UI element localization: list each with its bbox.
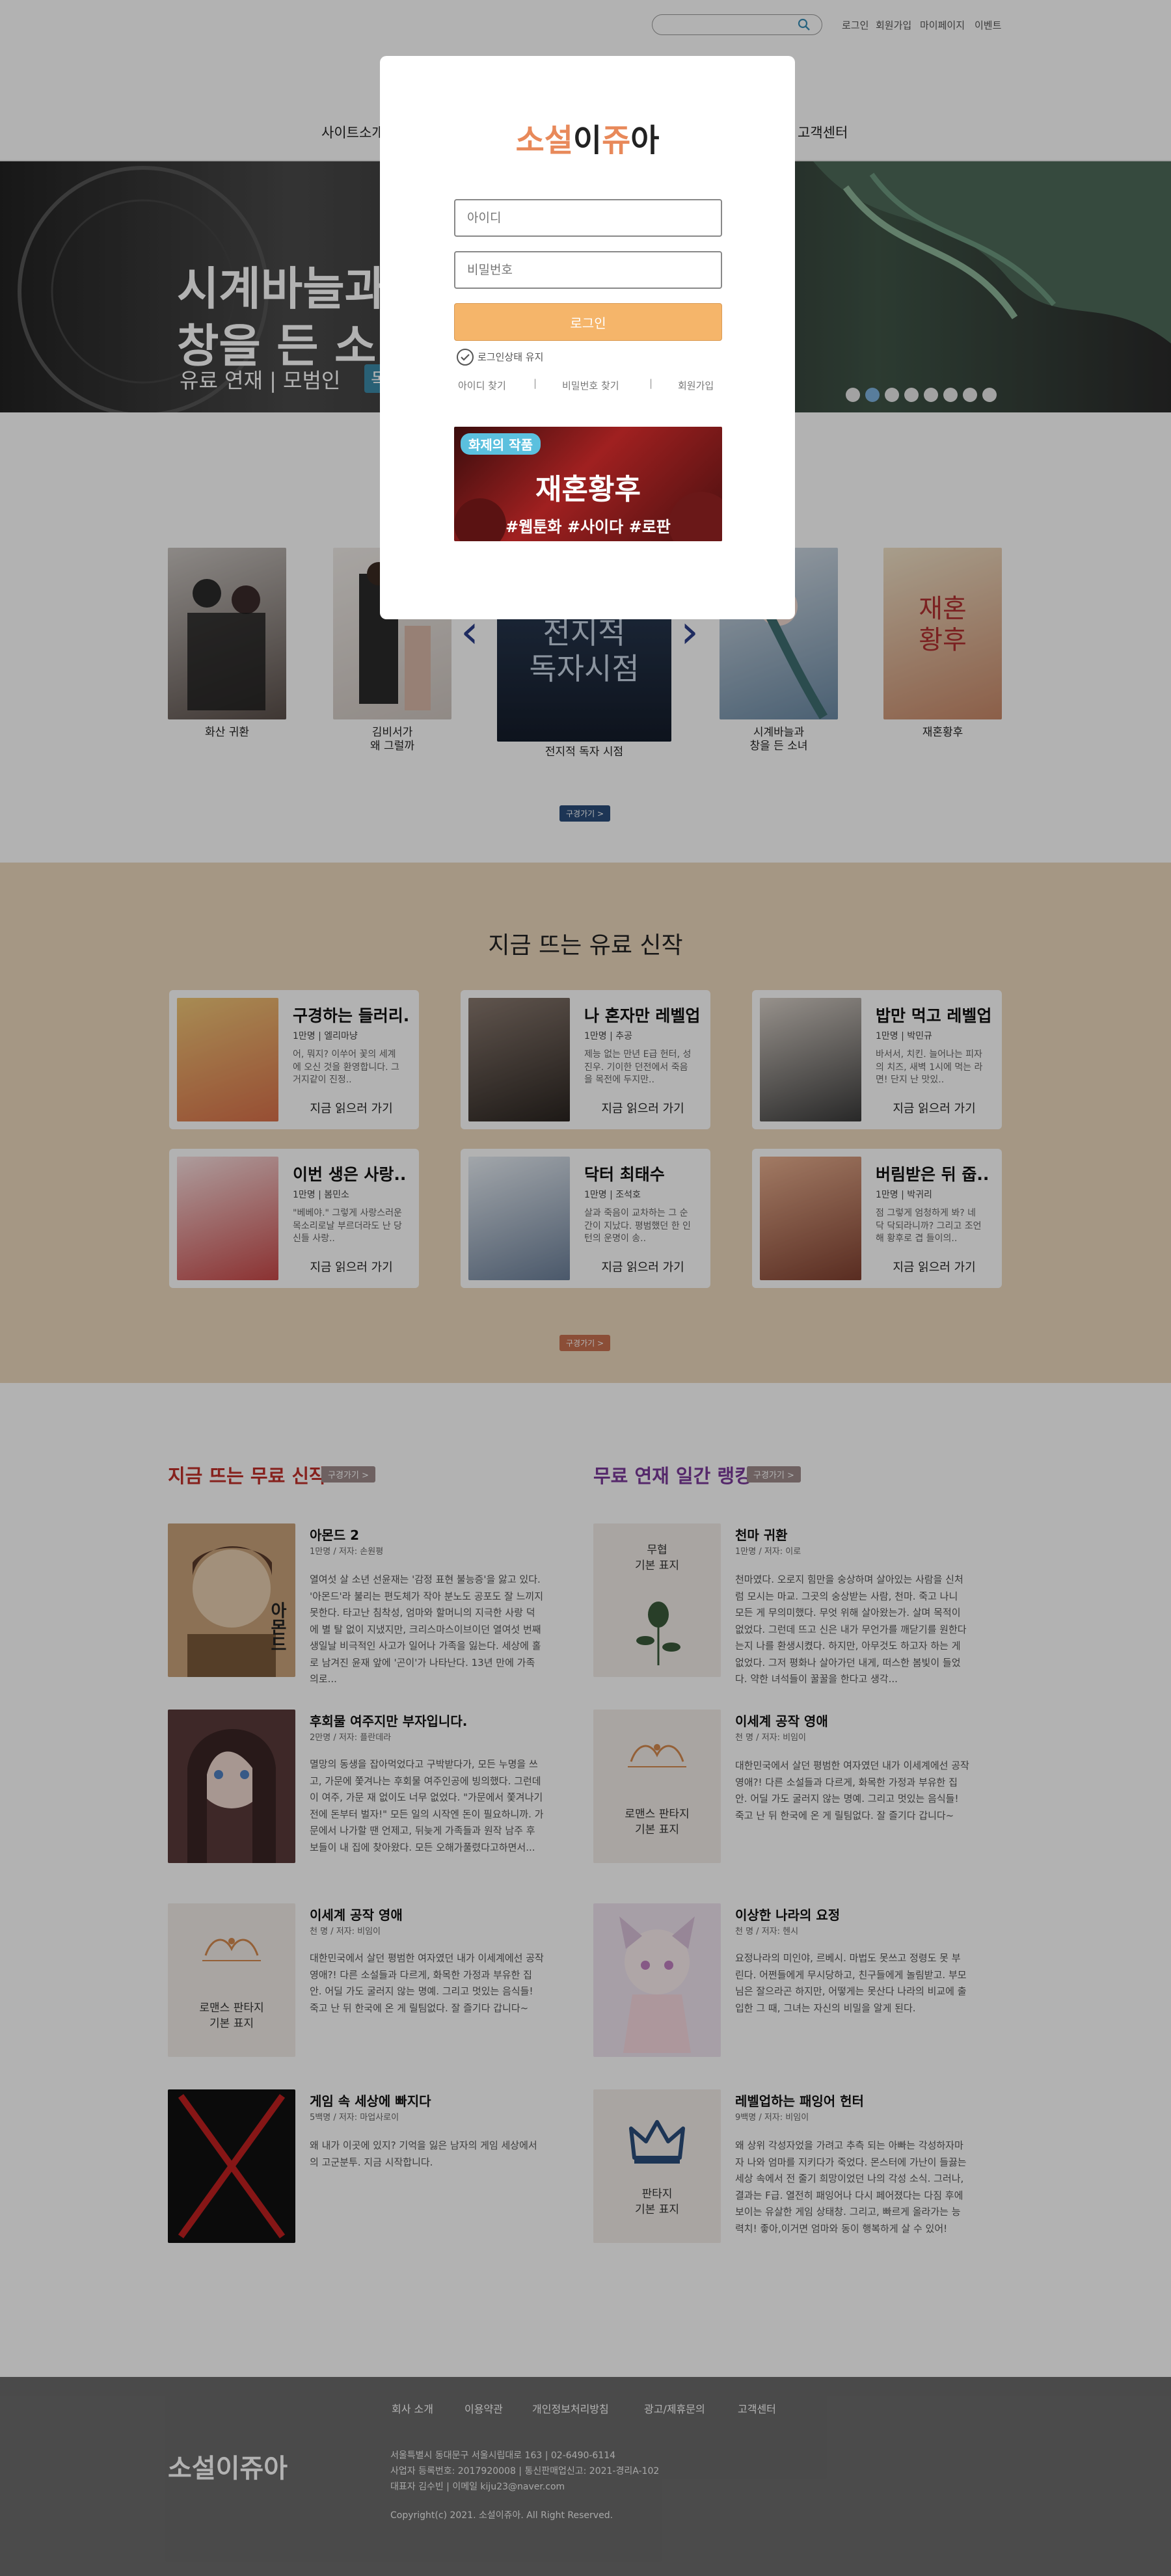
- password-input[interactable]: [454, 251, 722, 289]
- logo-part: 이: [572, 122, 602, 159]
- promo-badge: 화제의 작품: [461, 433, 541, 455]
- link-separator: |: [533, 377, 537, 389]
- promo-tags: #웹툰화 #사이다 #로판: [505, 518, 671, 536]
- find-id-link[interactable]: 아이디 찾기: [458, 379, 506, 392]
- modal-logo: 소설이쥬아: [380, 114, 795, 160]
- logo-part: 쥬: [602, 122, 631, 159]
- signup-link[interactable]: 회원가입: [678, 379, 714, 392]
- logo-part: 아: [630, 122, 660, 159]
- link-separator: |: [649, 377, 653, 389]
- login-button[interactable]: 로그인: [454, 303, 722, 341]
- promo-banner[interactable]: 화제의 작품 재혼황후 #웹툰화 #사이다 #로판: [454, 427, 722, 541]
- logo-part: 소설: [515, 122, 573, 159]
- checkbox-icon[interactable]: [455, 347, 475, 367]
- remember-label: 로그인상태 유지: [478, 351, 544, 363]
- find-password-link[interactable]: 비밀번호 찾기: [562, 379, 619, 392]
- id-input[interactable]: [454, 199, 722, 237]
- promo-title: 재혼황후: [535, 473, 641, 506]
- login-modal: 소설이쥬아 로그인 로그인상태 유지 아이디 찾기 | 비밀번호 찾기 | 회원…: [380, 56, 795, 619]
